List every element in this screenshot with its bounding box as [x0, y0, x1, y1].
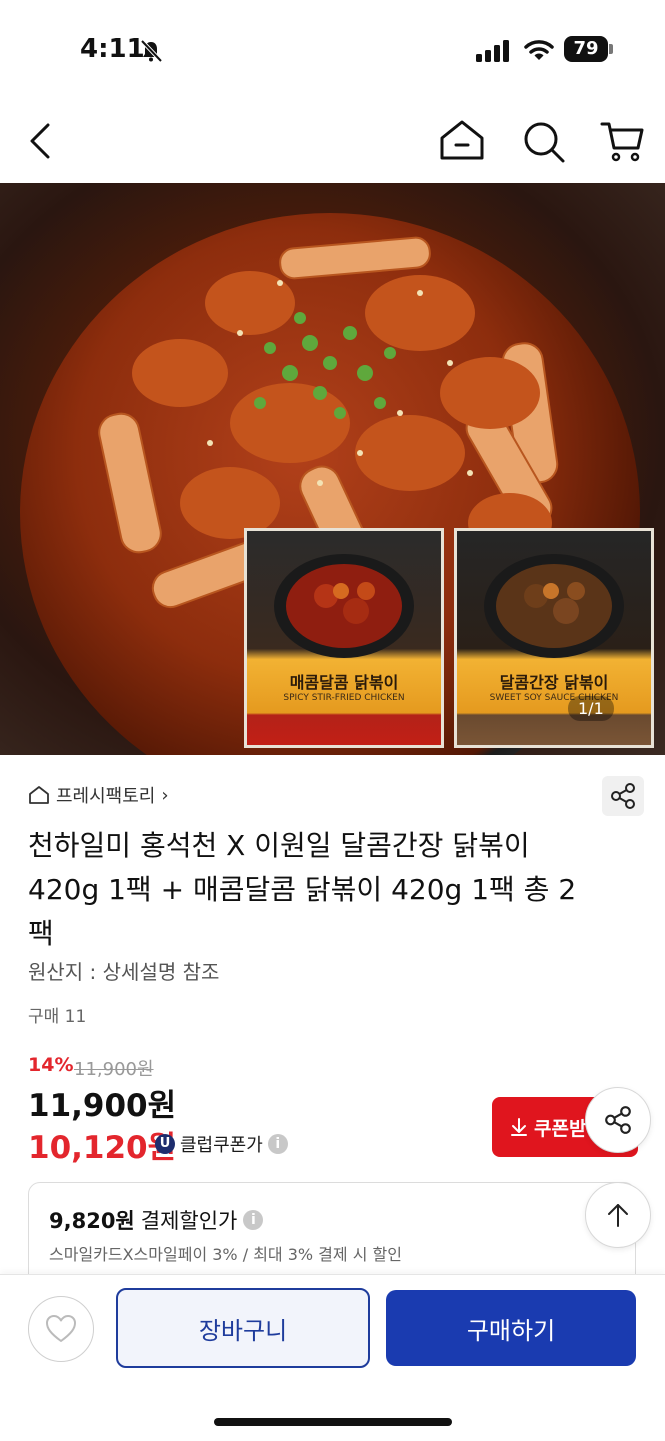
payment-discount-label: 결제할인가	[140, 1209, 238, 1233]
status-time: 4:11	[80, 34, 145, 64]
club-u-icon: U	[155, 1134, 175, 1154]
package-subtitle: SPICY STIR-FRIED CHICKEN	[283, 693, 405, 703]
club-coupon-text: 클럽쿠폰가	[180, 1135, 263, 1156]
info-icon[interactable]: i	[267, 1134, 288, 1154]
product-image[interactable]: 매콤달콤 닭볶이 SPICY STIR-FRIED CHICKEN 달콤간장 닭…	[0, 183, 665, 755]
share-icon	[605, 1106, 631, 1134]
coupon-button-label: 쿠폰받	[534, 1117, 587, 1140]
purchase-count: 구매 11	[28, 1007, 87, 1027]
back-arrow-icon[interactable]	[26, 122, 54, 160]
home-indicator	[214, 1418, 452, 1426]
wishlist-button[interactable]	[28, 1296, 94, 1362]
product-title: 천하일미 홍석천 X 이원일 달콤간장 닭볶이 420g 1팩 + 매콤달콤 닭…	[28, 829, 577, 950]
battery-indicator: 79	[564, 36, 608, 62]
package-subtitle: SWEET SOY SAUCE CHICKEN	[489, 693, 619, 703]
arrow-up-icon	[608, 1204, 628, 1227]
heart-icon	[46, 1315, 76, 1342]
package-dish-image	[484, 554, 624, 658]
search-icon[interactable]	[522, 120, 566, 164]
package-dish-image	[274, 554, 414, 658]
buy-now-button[interactable]: 구매하기	[386, 1290, 636, 1366]
share-button[interactable]	[602, 776, 644, 816]
image-counter: 1/1	[568, 696, 614, 721]
payment-discount-detail: 스마일카드X스마일페이 3% / 최대 3% 결제 시 할인	[49, 1245, 402, 1264]
store-chevron: ›	[161, 784, 169, 806]
battery-nub	[609, 44, 613, 54]
package-title: 매콤달콤 닭볶이	[289, 673, 399, 692]
store-home-icon	[29, 786, 49, 804]
scroll-top-button[interactable]	[585, 1182, 651, 1248]
payment-discount-amount: 9,820원	[49, 1209, 135, 1233]
original-price: 11,900원	[74, 1059, 154, 1080]
payment-discount-row: 9,820원 결제할인가 i	[49, 1205, 264, 1235]
store-name: 프레시팩토리	[56, 786, 156, 807]
sale-price: 11,900원	[28, 1088, 177, 1124]
coupon-price: 10,120원	[28, 1130, 177, 1166]
store-link[interactable]: 프레시팩토리 ›	[28, 782, 169, 808]
cart-icon[interactable]	[600, 120, 644, 162]
info-icon[interactable]: i	[243, 1210, 264, 1230]
home-icon[interactable]	[438, 118, 486, 162]
club-coupon-label: U 클럽쿠폰가 i	[155, 1131, 288, 1157]
add-to-cart-button[interactable]: 장바구니	[116, 1288, 370, 1368]
discount-rate: 14%	[28, 1054, 74, 1076]
signal-icon	[476, 40, 509, 62]
share-icon	[611, 783, 635, 809]
package-title: 달콤간장 닭볶이	[499, 673, 609, 692]
floating-share-button[interactable]	[585, 1087, 651, 1153]
wifi-icon	[524, 40, 554, 60]
download-icon	[511, 1118, 527, 1136]
origin-info: 원산지 : 상세설명 참조	[28, 960, 220, 984]
bell-muted-icon	[140, 39, 163, 63]
package-soy: 달콤간장 닭볶이 SWEET SOY SAUCE CHICKEN	[454, 528, 654, 748]
package-spicy: 매콤달콤 닭볶이 SPICY STIR-FRIED CHICKEN	[244, 528, 444, 748]
